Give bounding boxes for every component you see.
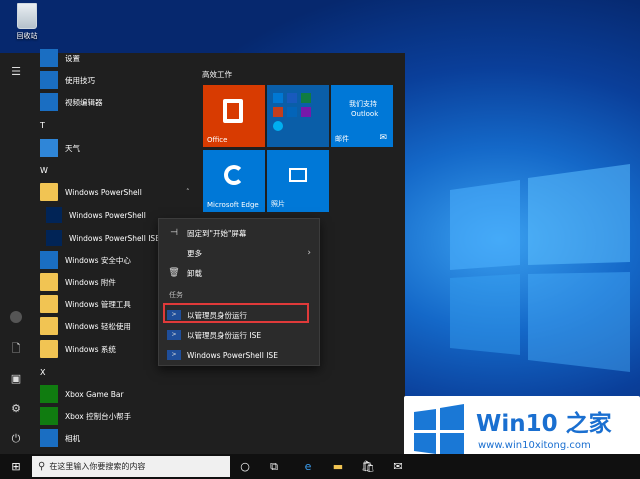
powerpoint-mini-icon: [273, 107, 283, 117]
tile-office[interactable]: Office: [203, 85, 265, 147]
tile-photos[interactable]: 照片: [267, 150, 329, 212]
onedrive-mini-icon: [287, 107, 297, 117]
recycle-bin-icon: [17, 3, 37, 29]
pictures-icon[interactable]: ▣: [9, 372, 23, 386]
letter-header-t[interactable]: T: [40, 121, 45, 130]
windows-logo-icon: [414, 404, 464, 458]
windows-logo-wallpaper: [450, 164, 630, 372]
gear-icon: [40, 49, 58, 67]
menu-section-tasks: 任务: [169, 291, 183, 299]
edge-icon: [224, 165, 244, 185]
watermark-url: www.win10xitong.com: [478, 440, 591, 451]
app-item-camera[interactable]: 相机: [40, 427, 200, 449]
recycle-bin-label: 回收站: [16, 32, 38, 40]
user-avatar-icon[interactable]: [10, 311, 22, 323]
powershell-ise-icon: >: [167, 350, 181, 360]
tile-edge[interactable]: Microsoft Edge: [203, 150, 265, 212]
cortana-icon[interactable]: ○: [237, 459, 253, 475]
powershell-icon: [46, 207, 62, 223]
camera-icon: [40, 429, 58, 447]
skype-mini-icon: [273, 121, 283, 131]
menu-item-run-ise-as-admin[interactable]: > 以管理员身份运行 ISE: [159, 325, 319, 345]
tips-icon: [40, 71, 58, 89]
tile-office-apps-group[interactable]: [267, 85, 329, 147]
xbox-game-bar-icon: [40, 385, 58, 403]
outlook-mini-icon: [273, 93, 283, 103]
pin-icon: ⊣: [170, 228, 178, 238]
powershell-icon: >: [167, 310, 181, 320]
menu-item-more[interactable]: 更多 ›: [159, 243, 319, 263]
mail-taskbar-icon[interactable]: ✉: [390, 459, 406, 475]
menu-item-run-as-admin[interactable]: > 以管理员身份运行: [159, 305, 319, 325]
power-icon[interactable]: ⏻: [9, 432, 23, 446]
office-icon: [223, 99, 243, 123]
xbox-icon: [40, 407, 58, 425]
tile-group-title[interactable]: 高效工作: [202, 69, 232, 80]
onenote-mini-icon: [301, 107, 311, 117]
app-item-tips[interactable]: 使用技巧: [40, 69, 200, 91]
recycle-bin[interactable]: 回收站: [10, 3, 44, 41]
search-icon: ⚲: [38, 461, 46, 472]
file-explorer-icon[interactable]: ▬: [330, 459, 346, 475]
context-menu: ⊣ 固定到"开始"屏幕 更多 › 🗑 卸载 任务 > 以管理员身份运行 > 以管…: [158, 218, 320, 366]
excel-mini-icon: [301, 93, 311, 103]
windows-start-icon[interactable]: ⊞: [8, 459, 24, 475]
shield-icon: [40, 251, 58, 269]
app-item-xbox-companion[interactable]: Xbox 控制台小帮手: [40, 405, 200, 427]
mail-icon: ✉: [379, 133, 387, 143]
watermark-title: Win10 之家: [476, 411, 612, 437]
chevron-up-icon: ˄: [186, 188, 190, 196]
letter-header-x[interactable]: X: [40, 368, 45, 377]
app-item-xbox-game-bar[interactable]: Xbox Game Bar: [40, 383, 200, 405]
tile-mail[interactable]: 我们支持 Outlook 邮件 ✉: [331, 85, 393, 147]
settings-gear-icon[interactable]: ⚙: [9, 402, 23, 416]
menu-item-pin-to-start[interactable]: ⊣ 固定到"开始"屏幕: [159, 223, 319, 243]
powershell-ise-icon: >: [167, 330, 181, 340]
app-item-weather[interactable]: 天气: [40, 137, 200, 159]
folder-icon: [40, 273, 58, 291]
folder-icon: [40, 295, 58, 313]
folder-icon: [40, 183, 58, 201]
app-folder-powershell[interactable]: Windows PowerShell ˄: [40, 181, 200, 203]
taskbar: ⊞ ⚲ 在这里输入你要搜索的内容 ○ ⧉ e ▬ 🛍 ✉: [0, 454, 640, 479]
menu-item-uninstall[interactable]: 🗑 卸载: [159, 263, 319, 283]
edge-taskbar-icon[interactable]: e: [300, 459, 316, 475]
trash-icon: 🗑: [168, 268, 180, 278]
chevron-right-icon: ›: [307, 248, 311, 258]
folder-icon: [40, 317, 58, 335]
word-mini-icon: [287, 93, 297, 103]
documents-icon[interactable]: 🗋: [9, 342, 23, 356]
hamburger-menu-icon[interactable]: ☰: [9, 65, 23, 79]
menu-item-open-ise[interactable]: > Windows PowerShell ISE: [159, 345, 319, 365]
start-rail: ☰ 🗋 ▣ ⚙ ⏻: [0, 53, 32, 454]
letter-header-w[interactable]: W: [40, 166, 48, 175]
video-editor-icon: [40, 93, 58, 111]
folder-icon: [40, 340, 58, 358]
app-item-video-editor[interactable]: 视频编辑器: [40, 91, 200, 113]
photos-icon: [289, 168, 307, 182]
app-item-settings[interactable]: 设置: [40, 47, 200, 69]
powershell-ise-icon: [46, 230, 62, 246]
taskbar-search-box[interactable]: ⚲ 在这里输入你要搜索的内容: [32, 456, 230, 477]
store-icon[interactable]: 🛍: [360, 459, 376, 475]
weather-icon: [40, 139, 58, 157]
task-view-icon[interactable]: ⧉: [266, 459, 282, 475]
